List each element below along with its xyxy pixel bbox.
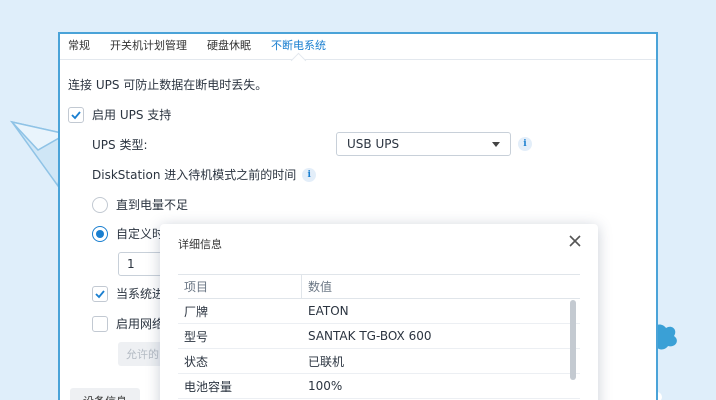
table-header: 项目 数值: [178, 274, 580, 299]
table-row: 状态 已联机: [178, 349, 580, 374]
details-dialog: 详细信息 项目 数值 厂牌 EATON 型号 SANTAK TG-BOX 600…: [160, 224, 598, 400]
custom-time-option[interactable]: 自定义时: [92, 225, 164, 242]
row-item: 型号: [184, 329, 209, 344]
description-text: 连接 UPS 可防止数据在断电时丢失。: [68, 78, 268, 92]
row-item: 电池容量: [184, 379, 233, 394]
chevron-down-icon: [492, 142, 500, 147]
info-icon[interactable]: i: [518, 137, 532, 151]
ups-type-select[interactable]: USB UPS: [336, 132, 511, 156]
network-ups-label: 启用网络: [116, 317, 165, 331]
ups-type-label: UPS 类型:: [92, 138, 148, 152]
enable-ups-checkbox[interactable]: [68, 106, 84, 123]
ups-type-value: USB UPS: [347, 137, 400, 151]
network-ups-checkbox[interactable]: [92, 315, 108, 332]
dialog-title: 详细信息: [178, 238, 222, 251]
shutdown-option-row: 当系统进: [92, 285, 164, 302]
enable-ups-row: 启用 UPS 支持: [68, 106, 171, 123]
row-value: SANTAK TG-BOX 600: [308, 329, 432, 343]
custom-time-label: 自定义时: [116, 227, 165, 241]
info-icon[interactable]: i: [302, 167, 317, 182]
custom-time-radio[interactable]: [92, 225, 108, 242]
row-value: EATON: [308, 304, 349, 318]
shutdown-label: 当系统进: [116, 287, 165, 301]
row-value: 100%: [308, 379, 343, 393]
until-low-battery-option[interactable]: 直到电量不足: [92, 196, 188, 213]
table-row: 型号 SANTAK TG-BOX 600: [178, 324, 580, 349]
standby-label: DiskStation 进入待机模式之前的时间: [92, 168, 297, 182]
table-row: 电池容量 100%: [178, 374, 580, 399]
details-table: 项目 数值 厂牌 EATON 型号 SANTAK TG-BOX 600 状态 已…: [178, 274, 580, 399]
shutdown-checkbox[interactable]: [92, 285, 108, 302]
tab-power-schedule[interactable]: 开关机计划管理: [110, 37, 195, 59]
until-low-radio[interactable]: [92, 196, 108, 213]
network-ups-row: 启用网络: [92, 315, 164, 332]
tab-hdd-hibernation[interactable]: 硬盘休眠: [207, 37, 259, 59]
check-icon: [95, 289, 105, 298]
until-low-label: 直到电量不足: [116, 198, 189, 212]
table-row: 厂牌 EATON: [178, 299, 580, 324]
table-scrollbar[interactable]: [570, 300, 576, 380]
close-icon[interactable]: [568, 234, 582, 248]
row-item: 状态: [184, 354, 209, 369]
device-info-button[interactable]: 设备信息: [70, 388, 140, 400]
column-header-value: 数值: [308, 280, 333, 294]
tab-bar: 常规 开关机计划管理 硬盘休眠 不断电系统: [60, 34, 656, 60]
tab-general[interactable]: 常规: [68, 37, 98, 59]
row-item: 厂牌: [184, 304, 209, 319]
enable-ups-label: 启用 UPS 支持: [92, 108, 172, 122]
check-icon: [71, 110, 81, 119]
standby-row: DiskStation 进入待机模式之前的时间 i: [92, 166, 317, 183]
tab-ups[interactable]: 不断电系统: [271, 37, 334, 59]
column-header-item: 项目: [178, 275, 302, 298]
row-value: 已联机: [308, 354, 345, 369]
